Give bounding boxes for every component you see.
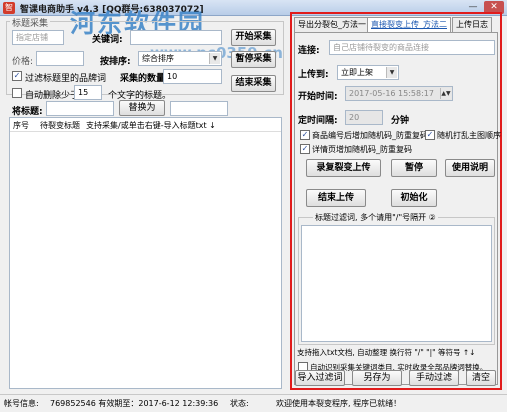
filter-brand-label: 过滤标题里的品牌词 [25, 74, 107, 84]
app-icon: 智 [3, 2, 15, 14]
help-button[interactable]: 使用说明 [445, 159, 495, 177]
replace-label: 将标题: [12, 107, 43, 117]
upload-panel: 导出分裂包_方法一 直接裂变上传_方法二 上传日志 连接: 自己店铺待裂变的商品… [290, 12, 502, 390]
stop-upload-button[interactable]: 结束上传 [306, 189, 366, 207]
count-input[interactable]: 10 [163, 69, 222, 84]
replace-to-input[interactable] [170, 101, 228, 116]
start-upload-button[interactable]: 录复裂变上传 [306, 159, 381, 177]
pause-collect-button[interactable]: 暂停采集 [231, 51, 276, 68]
interval-input[interactable]: 20 [345, 110, 383, 125]
column-header-index: 序号 [13, 121, 29, 130]
spin-icon: ▲▼ [440, 88, 451, 99]
init-button[interactable]: 初始化 [391, 189, 437, 207]
title-list-table[interactable]: 序号 待裂变标题 支持采集/或单击右键-导入标题txt ↓ [9, 117, 282, 389]
upload-to-label: 上传到: [298, 70, 329, 80]
status-label: 状态: [230, 399, 249, 408]
option-checkbox-product-id[interactable]: ✓ [300, 130, 310, 140]
tab-export-package[interactable]: 导出分裂包_方法一 [294, 17, 370, 32]
account-label: 帐号信息: [4, 399, 39, 408]
column-header-title: 待裂变标题 [40, 121, 80, 130]
stop-collect-button[interactable]: 结束采集 [231, 75, 276, 92]
option-label-product-id: 商品编号后增加随机码_防重复码 [312, 131, 428, 140]
start-collect-button[interactable]: 开始采集 [231, 29, 276, 46]
replace-from-input[interactable] [46, 101, 114, 116]
save-as-button[interactable]: 另存为 [352, 370, 402, 386]
status-bar: 帐号信息: 769852546 有效期至：2017-6-12 12:39:36 … [0, 394, 507, 412]
filter-words-hint: 标题过滤词, 多个请用"/"号隔开 ② [313, 212, 438, 223]
filter-brand-checkbox[interactable]: ✓ [12, 71, 22, 81]
start-time-input[interactable]: 2017-05-16 15:58:17 ▲▼ [345, 86, 453, 101]
auto-delete-checkbox[interactable] [12, 88, 22, 98]
upload-to-value: 立即上架 [341, 68, 373, 77]
link-label: 连接: [298, 46, 320, 56]
count-label: 采集的数量: [120, 74, 169, 84]
replace-button[interactable]: 替换为 [119, 100, 165, 116]
chevron-down-icon: ▼ [209, 53, 220, 64]
collect-section-label: 标题采集 [10, 16, 51, 29]
sort-select-value: 综合排序 [142, 54, 174, 63]
option-checkbox-detail-random[interactable]: ✓ [300, 144, 310, 154]
auto-delete-input[interactable]: 15 [74, 85, 102, 100]
tab-direct-upload[interactable]: 直接裂变上传_方法二 [367, 17, 451, 32]
chevron-down-icon: ▼ [386, 67, 397, 78]
upload-to-select[interactable]: 立即上架 ▼ [337, 65, 399, 80]
filter-words-textarea[interactable] [301, 225, 492, 342]
tab-upload-log[interactable]: 上传日志 [452, 17, 492, 32]
shop-link-input[interactable]: 指定店铺 [12, 30, 64, 45]
clear-button[interactable]: 清空 [466, 370, 496, 386]
sort-label: 按排序: [100, 57, 131, 67]
table-header: 序号 待裂变标题 支持采集/或单击右键-导入标题txt ↓ [10, 118, 281, 132]
start-time-label: 开始时间: [298, 92, 338, 102]
account-value: 769852546 有效期至：2017-6-12 12:39:36 [50, 399, 219, 408]
product-link-input[interactable]: 自己店铺待裂变的商品连接 [329, 40, 495, 55]
status-value: 欢迎使用本裂变程序, 程序已就绪！ [276, 399, 402, 408]
txt-drop-hint: 支持拖入txt文档, 自动整理 换行符 "/" "|" 等符号 ↑↓ [297, 348, 476, 357]
keyword-input[interactable] [130, 30, 222, 45]
sort-select[interactable]: 综合排序 ▼ [138, 51, 222, 66]
price-label: 价格: [12, 57, 34, 67]
price-input[interactable] [36, 51, 84, 66]
keyword-label: 关键词: [92, 35, 123, 45]
manual-filter-button[interactable]: 手动过滤 [409, 370, 459, 386]
interval-label: 定时间隔: [298, 116, 338, 126]
start-time-value: 2017-05-16 15:58:17 [349, 89, 434, 98]
pause-upload-button[interactable]: 暂停 [391, 159, 437, 177]
interval-unit: 分钟 [391, 116, 410, 126]
tab-content: 连接: 自己店铺待裂变的商品连接 上传到: 立即上架 ▼ 开始时间: 2017-… [294, 32, 501, 385]
import-filter-button[interactable]: 导入过滤词 [295, 370, 345, 386]
column-header-hint: 支持采集/或单击右键-导入标题txt ↓ [86, 121, 216, 130]
option-label-shuffle-images: 随机打乱主图顺序 [437, 131, 501, 140]
option-checkbox-shuffle-images[interactable]: ✓ [425, 130, 435, 140]
option-label-detail-random: 详情页增加随机码_防重复码 [312, 145, 412, 154]
